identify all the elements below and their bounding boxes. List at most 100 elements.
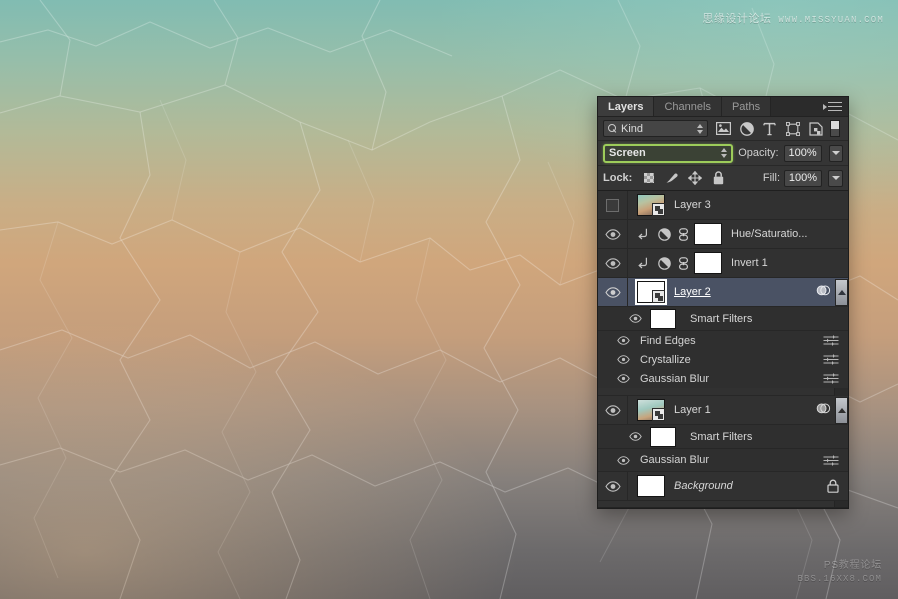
layer-mask-thumbnail[interactable] [694, 252, 722, 274]
blend-mode-select[interactable]: Screen [603, 143, 734, 163]
link-layers-icon[interactable] [678, 256, 689, 270]
type-layer-filter-icon[interactable] [761, 120, 778, 137]
eye-icon [616, 355, 630, 364]
eye-icon [604, 228, 621, 240]
fill-value[interactable]: 100% [784, 169, 822, 187]
chevron-updown-icon [721, 148, 728, 158]
app-canvas: 思缘设计论坛 WWW.MISSYUAN.COM PS教程论坛 BBS.16XX8… [0, 0, 898, 599]
visibility-toggle[interactable] [598, 220, 628, 248]
filter-kind-label: Kind [621, 122, 644, 135]
filter-type-icons [715, 120, 824, 137]
filter-blending-options-icon[interactable] [823, 335, 839, 346]
smart-filter-mask-thumbnail[interactable] [650, 308, 676, 329]
clipping-mask-arrow-icon [636, 256, 650, 270]
smart-filter-row-gaussian-blur[interactable]: Gaussian Blur [598, 369, 848, 388]
collapse-smart-filters-button[interactable] [835, 396, 848, 424]
layer-thumbnail[interactable] [637, 475, 665, 497]
layer-name: Layer 3 [674, 199, 711, 211]
layer-row-background[interactable]: Background [598, 472, 848, 501]
layer-row-right-controls [816, 278, 848, 306]
filter-blending-options-icon[interactable] [823, 454, 839, 466]
lock-image-pixels-icon[interactable] [665, 171, 679, 185]
chevron-updown-icon [697, 123, 703, 134]
visibility-toggle[interactable] [598, 249, 628, 277]
adjustment-layer-filter-icon[interactable] [738, 120, 755, 137]
filter-kind-select[interactable]: Kind [603, 120, 708, 137]
shape-layer-filter-icon[interactable] [784, 120, 801, 137]
blend-mode-value: Screen [609, 147, 646, 159]
eye-icon [628, 314, 642, 323]
smart-filter-name: Find Edges [640, 334, 696, 347]
layer-mask-thumbnail[interactable] [694, 223, 722, 245]
visibility-toggle[interactable] [612, 369, 634, 388]
layer-row-right-controls [816, 396, 848, 424]
layer-name: Layer 1 [674, 404, 711, 416]
opacity-slider-button[interactable] [828, 144, 843, 162]
watermark-top-en: WWW.MISSYUAN.COM [778, 15, 884, 25]
eye-icon [604, 404, 621, 416]
visibility-toggle[interactable] [598, 472, 628, 500]
visibility-toggle[interactable] [620, 307, 650, 330]
lock-position-icon[interactable] [688, 171, 703, 185]
panel-menu-button[interactable] [822, 97, 848, 116]
filter-blending-options-icon[interactable] [823, 373, 839, 384]
smart-object-badge-icon [652, 203, 665, 216]
locked-layer-icon [827, 479, 839, 493]
visibility-toggle[interactable] [598, 278, 628, 306]
lock-transparent-pixels-icon[interactable] [642, 171, 656, 185]
opacity-value[interactable]: 100% [783, 144, 822, 162]
layer-name: Invert 1 [731, 257, 768, 269]
watermark-bottom-en: BBS.16XX8.COM [797, 573, 882, 584]
layer-row-hue-saturation[interactable]: Hue/Saturatio... [598, 220, 848, 249]
smart-filters-group-row[interactable]: Smart Filters [598, 307, 848, 331]
tab-paths[interactable]: Paths [721, 97, 772, 116]
tab-channels[interactable]: Channels [654, 97, 722, 116]
smart-filter-row-gaussian-blur[interactable]: Gaussian Blur [598, 449, 848, 472]
panel-bottom-edge [598, 507, 848, 508]
pixel-layer-filter-icon[interactable] [715, 120, 732, 137]
opacity-label: Opacity: [738, 147, 779, 159]
visibility-toggle[interactable] [598, 396, 628, 424]
tab-channels-label: Channels [664, 100, 711, 113]
visibility-toggle[interactable] [598, 191, 628, 219]
link-layers-icon[interactable] [678, 227, 689, 241]
smart-filters-indicator-icon[interactable] [816, 284, 831, 300]
layer-row-layer-2[interactable]: Layer 2 [598, 278, 848, 307]
lock-all-icon[interactable] [711, 171, 725, 185]
visibility-toggle[interactable] [620, 425, 650, 448]
layer-name: Layer 2 [674, 286, 711, 298]
smart-filter-row-crystallize[interactable]: Crystallize [598, 350, 848, 369]
smart-object-badge-icon [652, 408, 665, 421]
layer-row-layer-3[interactable]: Layer 3 [598, 191, 848, 220]
layer-list: Layer 3 Hue/Saturatio... Invert 1 Layer … [598, 191, 848, 507]
layer-row-layer-1[interactable]: Layer 1 [598, 396, 848, 425]
filter-blending-options-icon[interactable] [823, 354, 839, 365]
collapse-smart-filters-button[interactable] [835, 278, 848, 306]
fill-slider-button[interactable] [828, 169, 843, 187]
eye-icon [616, 455, 630, 465]
adjustment-layer-icon [657, 256, 671, 270]
smart-filter-name: Gaussian Blur [640, 372, 710, 385]
tab-paths-label: Paths [731, 100, 761, 113]
smart-filters-label: Smart Filters [690, 430, 753, 443]
layer-thumbnail[interactable] [637, 399, 665, 421]
smart-filters-group-row[interactable]: Smart Filters [598, 425, 848, 449]
filter-toggle-switch[interactable] [830, 120, 840, 137]
eye-icon [616, 336, 630, 345]
tab-layers-label: Layers [608, 100, 644, 113]
smart-object-filter-icon[interactable] [807, 120, 824, 137]
layer-thumbnail[interactable] [637, 194, 665, 216]
visibility-toggle[interactable] [612, 449, 634, 471]
visibility-toggle[interactable] [612, 350, 634, 369]
smart-filter-mask-thumbnail[interactable] [650, 426, 676, 447]
watermark-bottom: PS教程论坛 BBS.16XX8.COM [797, 559, 882, 585]
layer-thumbnail[interactable] [635, 279, 667, 305]
tab-layers[interactable]: Layers [598, 97, 655, 116]
watermark-bottom-cn: PS教程论坛 [823, 560, 882, 572]
smart-filter-row-find-edges[interactable]: Find Edges [598, 331, 848, 350]
smart-filters-indicator-icon[interactable] [816, 402, 831, 418]
visibility-toggle[interactable] [612, 331, 634, 350]
layer-row-invert-1[interactable]: Invert 1 [598, 249, 848, 278]
eye-off-icon [606, 198, 619, 212]
smart-filters-label: Smart Filters [690, 312, 753, 325]
